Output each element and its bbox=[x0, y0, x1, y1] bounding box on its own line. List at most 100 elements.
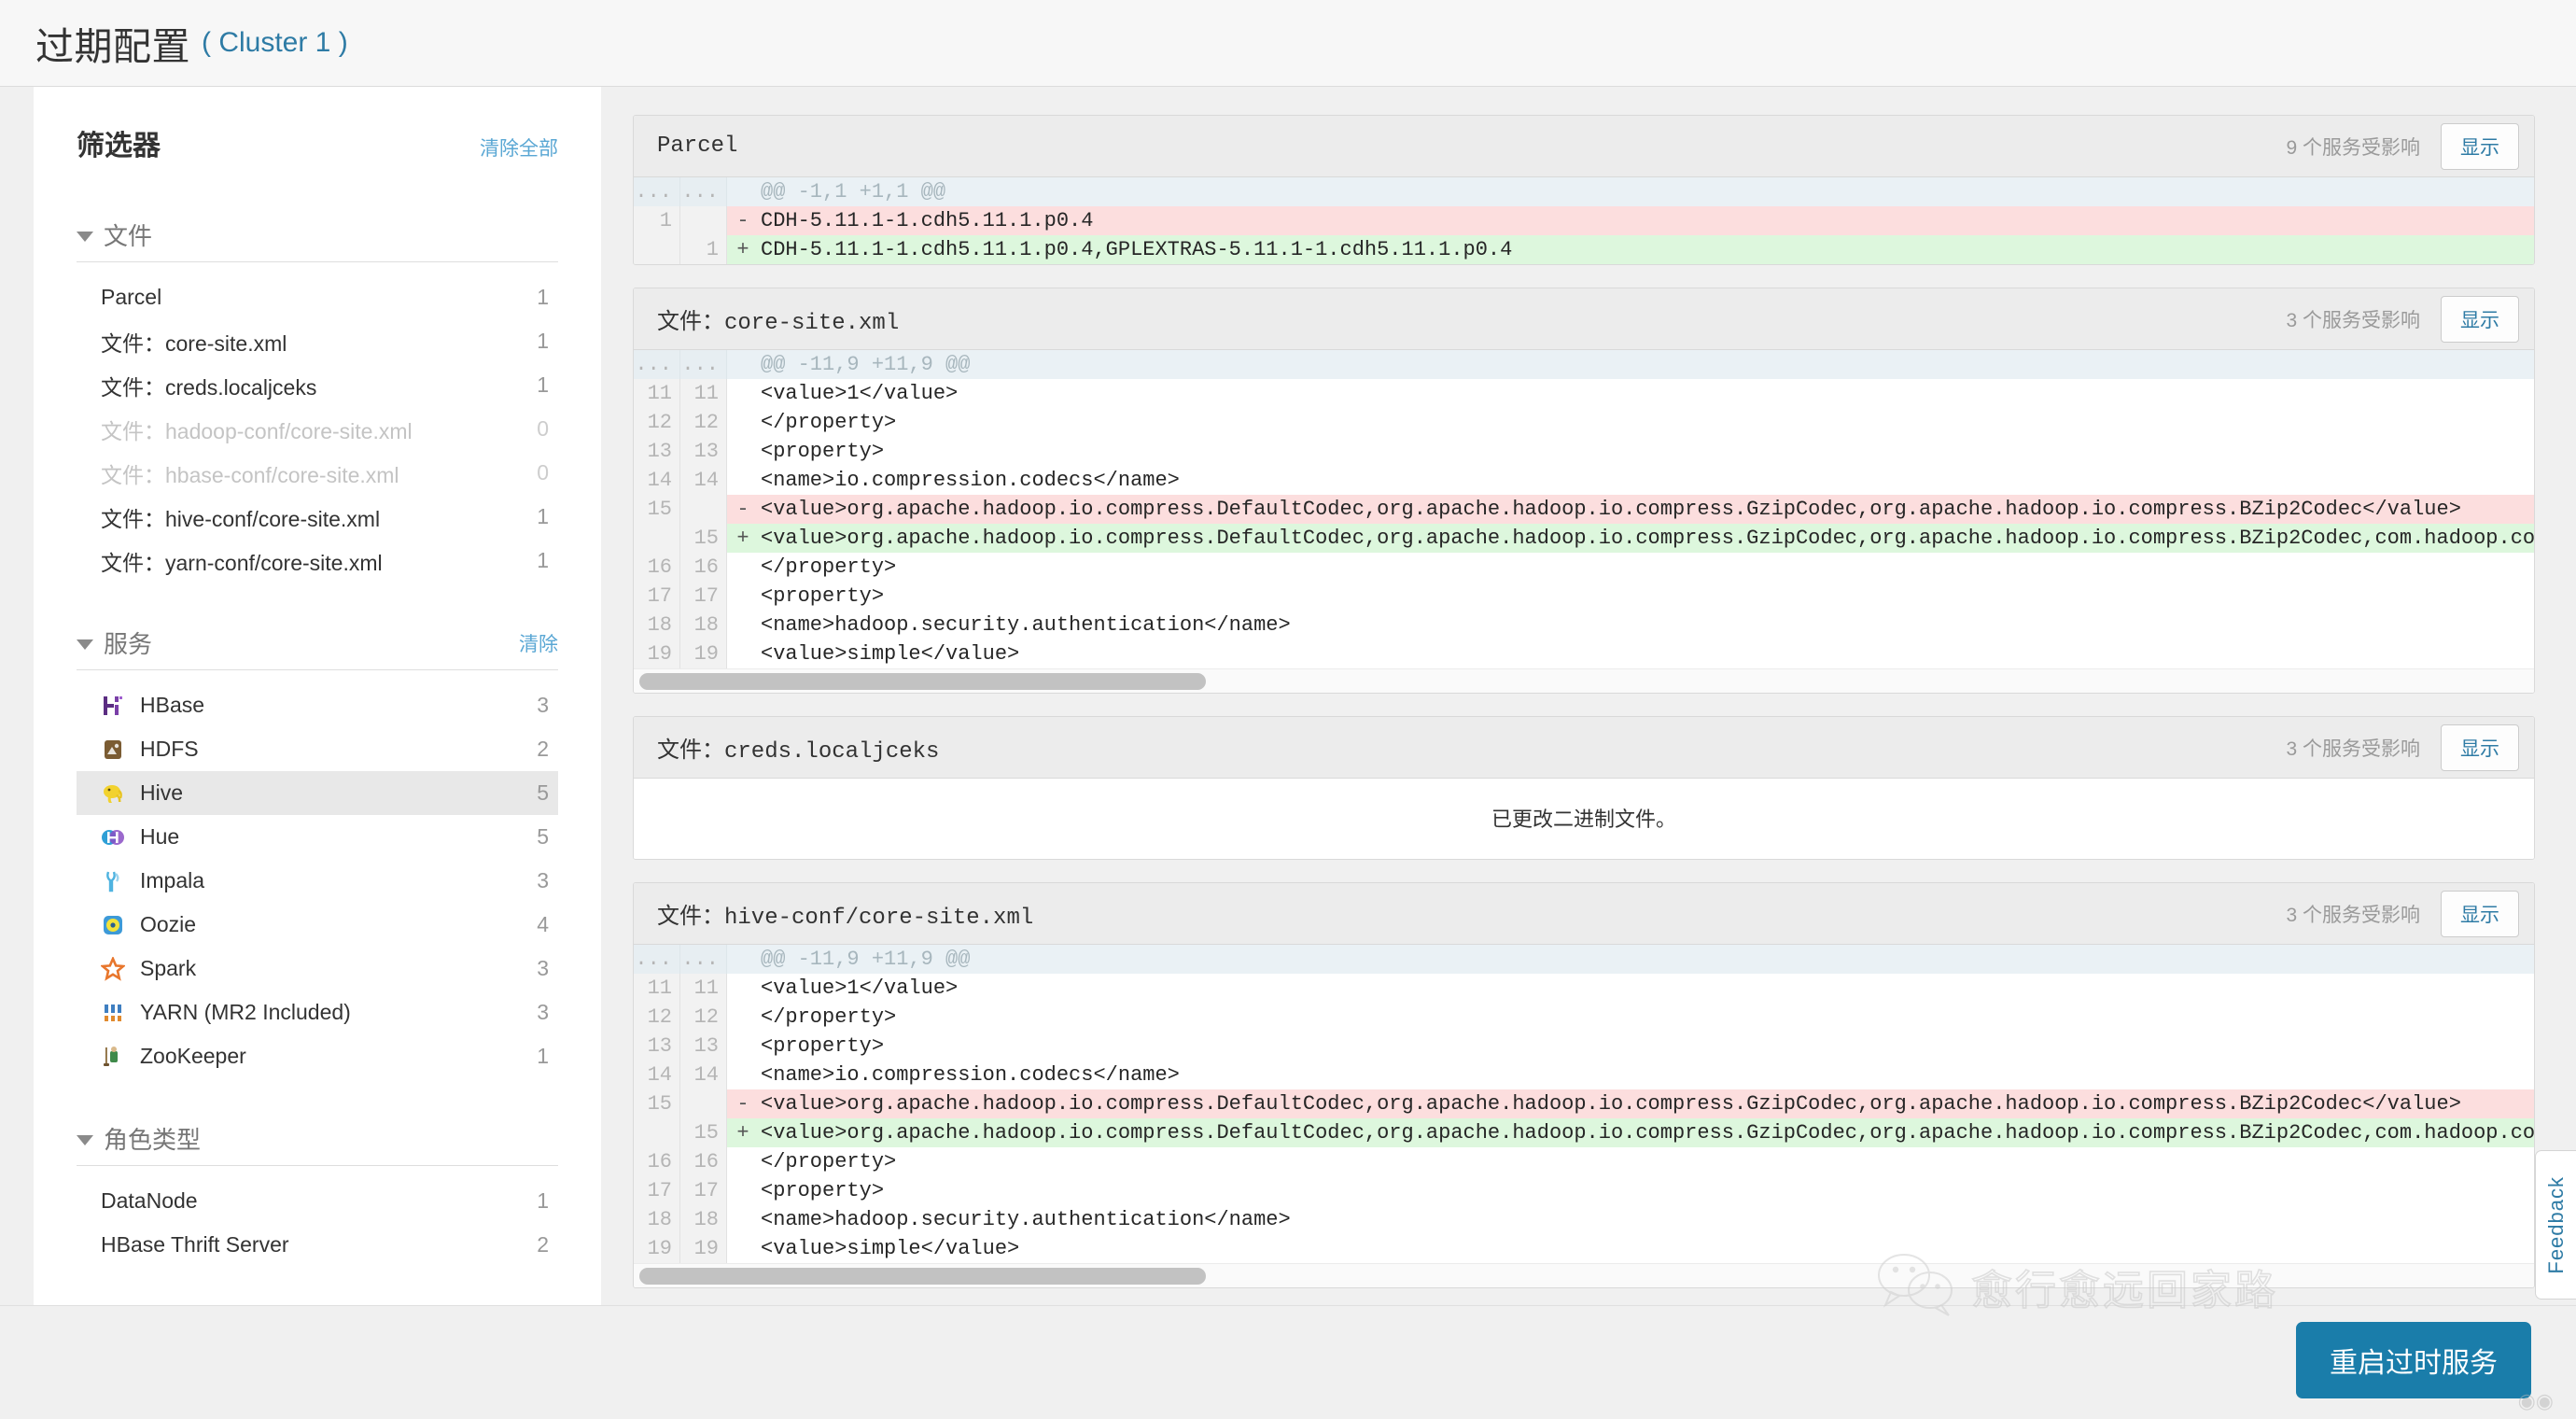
diff-new-lineno: 12 bbox=[680, 1003, 727, 1032]
facet-item-count: 1 bbox=[537, 548, 549, 572]
diff-panel-header: 文件：core-site.xml 3 个服务受影响 显示 bbox=[634, 288, 2534, 350]
diff-sign bbox=[727, 1061, 759, 1089]
diff-code: <value>org.apache.hadoop.io.compress.Def… bbox=[761, 498, 2461, 521]
diff-old-lineno: 19 bbox=[634, 639, 680, 668]
affected-services-count: 9 个服务受影响 bbox=[2286, 136, 2420, 159]
facet-item-label: Impala bbox=[101, 868, 204, 893]
diff-panel-title: Parcel bbox=[657, 133, 738, 159]
oozie-icon bbox=[101, 913, 125, 937]
facet-item[interactable]: ZooKeeper 1 bbox=[77, 1034, 558, 1078]
facet-item-text: 文件：hadoop-conf/core-site.xml bbox=[101, 418, 413, 443]
chevron-down-icon[interactable] bbox=[77, 1135, 93, 1145]
feedback-tab[interactable]: Feedback bbox=[2535, 1150, 2576, 1300]
diff-new-lineno bbox=[680, 495, 727, 524]
yarn-icon bbox=[101, 1001, 125, 1025]
facet-spacer bbox=[77, 1267, 558, 1299]
facet-services: 服务 清除 HBase 3 HDFS 2 Hive 5 Hue 5 Impala 3 Oozie 4 Spa… bbox=[77, 625, 558, 1110]
facet-header-services[interactable]: 服务 清除 bbox=[77, 625, 558, 670]
diff-sign bbox=[727, 553, 759, 582]
diff-new-lineno: 19 bbox=[680, 1234, 727, 1263]
facet-item[interactable]: Parcel 1 bbox=[77, 275, 558, 319]
facet-item[interactable]: YARN (MR2 Included) 3 bbox=[77, 990, 558, 1034]
facet-item[interactable]: Hue 5 bbox=[77, 815, 558, 859]
diff-old-lineno: 15 bbox=[634, 495, 680, 524]
diff-new-lineno: 15 bbox=[680, 1118, 727, 1147]
diff-code: </property> bbox=[761, 555, 897, 579]
chevron-down-icon[interactable] bbox=[77, 232, 93, 242]
diff-panel-title: 文件：core-site.xml bbox=[657, 310, 900, 336]
diff-old-lineno: 16 bbox=[634, 553, 680, 582]
facet-item-label: 文件：hbase-conf/core-site.xml bbox=[101, 457, 399, 489]
spark-icon bbox=[101, 956, 125, 981]
facet-item[interactable]: HBase Thrift Server 2 bbox=[77, 1223, 558, 1267]
facet-item-count: 1 bbox=[537, 372, 549, 397]
facet-item-text: DataNode bbox=[101, 1188, 198, 1213]
diff-row: 15 + <value>org.apache.hadoop.io.compress… bbox=[634, 1118, 2534, 1147]
diff-sign: + bbox=[736, 527, 749, 550]
facet-header-files[interactable]: 文件 bbox=[77, 218, 558, 262]
diff-row: ...... @@ -11,9 +11,9 @@ bbox=[634, 350, 2534, 379]
diff-sign: + bbox=[736, 238, 749, 261]
facet-item-label: 文件：hadoop-conf/core-site.xml bbox=[101, 414, 413, 445]
diff-row: 17 17 <property> bbox=[634, 582, 2534, 611]
diff-panel-header: Parcel 9 个服务受影响 显示 bbox=[634, 116, 2534, 177]
facet-item-count: 3 bbox=[537, 693, 549, 717]
facet-item[interactable]: Impala 3 bbox=[77, 859, 558, 903]
facet-item[interactable]: 文件：core-site.xml 1 bbox=[77, 319, 558, 363]
facet-item[interactable]: Oozie 4 bbox=[77, 903, 558, 947]
diff-panel-title: 文件：creds.localjceks bbox=[657, 738, 940, 765]
horizontal-scrollbar[interactable] bbox=[634, 1263, 2534, 1287]
facet-item[interactable]: DataNode 1 bbox=[77, 1179, 558, 1223]
feedback-tab-label: Feedback bbox=[2543, 1175, 2568, 1274]
restart-stale-services-button[interactable]: 重启过时服务 bbox=[2296, 1322, 2531, 1398]
facet-item[interactable]: HDFS 2 bbox=[77, 727, 558, 771]
diff-old-lineno: 16 bbox=[634, 1147, 680, 1176]
filters-header: 筛选器 清除全部 bbox=[77, 122, 558, 163]
diff-body: ...... @@ -11,9 +11,9 @@ 11 11 <value>1</va… bbox=[634, 945, 2534, 1263]
diff-panel-core-site-xml: 文件：core-site.xml 3 个服务受影响 显示...... @@ -11,9… bbox=[633, 288, 2535, 694]
diff-body: ...... @@ -11,9 +11,9 @@ 11 11 <value>1</va… bbox=[634, 350, 2534, 668]
chevron-down-icon[interactable] bbox=[77, 639, 93, 650]
facet-item-text: Oozie bbox=[140, 912, 197, 936]
facet-header-role-types[interactable]: 角色类型 bbox=[77, 1121, 558, 1166]
show-button[interactable]: 显示 bbox=[2441, 122, 2519, 170]
show-button[interactable]: 显示 bbox=[2441, 724, 2519, 771]
diff-code: <name>hadoop.security.authentication</na… bbox=[761, 613, 1291, 637]
diff-sign bbox=[727, 945, 759, 974]
diff-code: @@ -1,1 +1,1 @@ bbox=[761, 180, 946, 204]
facet-item-label: 文件：creds.localjceks bbox=[101, 370, 316, 401]
facet-item-text: Spark bbox=[140, 956, 197, 980]
diff-new-lineno: ... bbox=[680, 350, 727, 379]
facet-item[interactable]: 文件：creds.localjceks 1 bbox=[77, 363, 558, 407]
show-button[interactable]: 显示 bbox=[2441, 295, 2519, 343]
facet-clear-link-services[interactable]: 清除 bbox=[519, 629, 558, 657]
facet-item-label: HBase Thrift Server bbox=[101, 1232, 289, 1257]
facet-item[interactable]: Hive 5 bbox=[77, 771, 558, 815]
diff-row: 14 14 <name>io.compression.codecs</name> bbox=[634, 466, 2534, 495]
show-button[interactable]: 显示 bbox=[2441, 890, 2519, 937]
diff-sign bbox=[727, 437, 759, 466]
diff-row: 18 18 <name>hadoop.security.authenticatio… bbox=[634, 611, 2534, 639]
scrollbar-thumb[interactable] bbox=[639, 673, 1207, 690]
diff-sign: - bbox=[736, 1092, 749, 1116]
facet-item[interactable]: Spark 3 bbox=[77, 947, 558, 990]
facet-item-count: 3 bbox=[537, 1000, 549, 1024]
horizontal-scrollbar[interactable] bbox=[634, 668, 2534, 693]
hive-icon bbox=[101, 781, 125, 806]
panel-list-host: Parcel 9 个服务受影响 显示...... @@ -1,1 +1,1 @@ 1- C… bbox=[633, 115, 2535, 1288]
footer-bar: 重启过时服务 bbox=[0, 1305, 2576, 1419]
diff-new-lineno: ... bbox=[680, 945, 727, 974]
diff-sign bbox=[727, 639, 759, 668]
facet-spacer bbox=[77, 583, 558, 614]
facet-item[interactable]: 文件：yarn-conf/core-site.xml 1 bbox=[77, 539, 558, 583]
facet-item[interactable]: HBase 3 bbox=[77, 683, 558, 727]
scrollbar-thumb[interactable] bbox=[639, 1268, 1207, 1285]
diff-panel-hive-conf-core-site-xml: 文件：hive-conf/core-site.xml 3 个服务受影响 显示....… bbox=[633, 882, 2535, 1288]
facet-title: 文件 bbox=[104, 222, 153, 250]
diff-new-lineno: 14 bbox=[680, 1061, 727, 1089]
facet-title: 服务 bbox=[104, 630, 153, 658]
clear-all-link[interactable]: 清除全部 bbox=[480, 133, 558, 162]
facet-spacer bbox=[77, 1078, 558, 1110]
facet-item-count: 1 bbox=[537, 1188, 549, 1213]
facet-item[interactable]: 文件：hive-conf/core-site.xml 1 bbox=[77, 495, 558, 539]
